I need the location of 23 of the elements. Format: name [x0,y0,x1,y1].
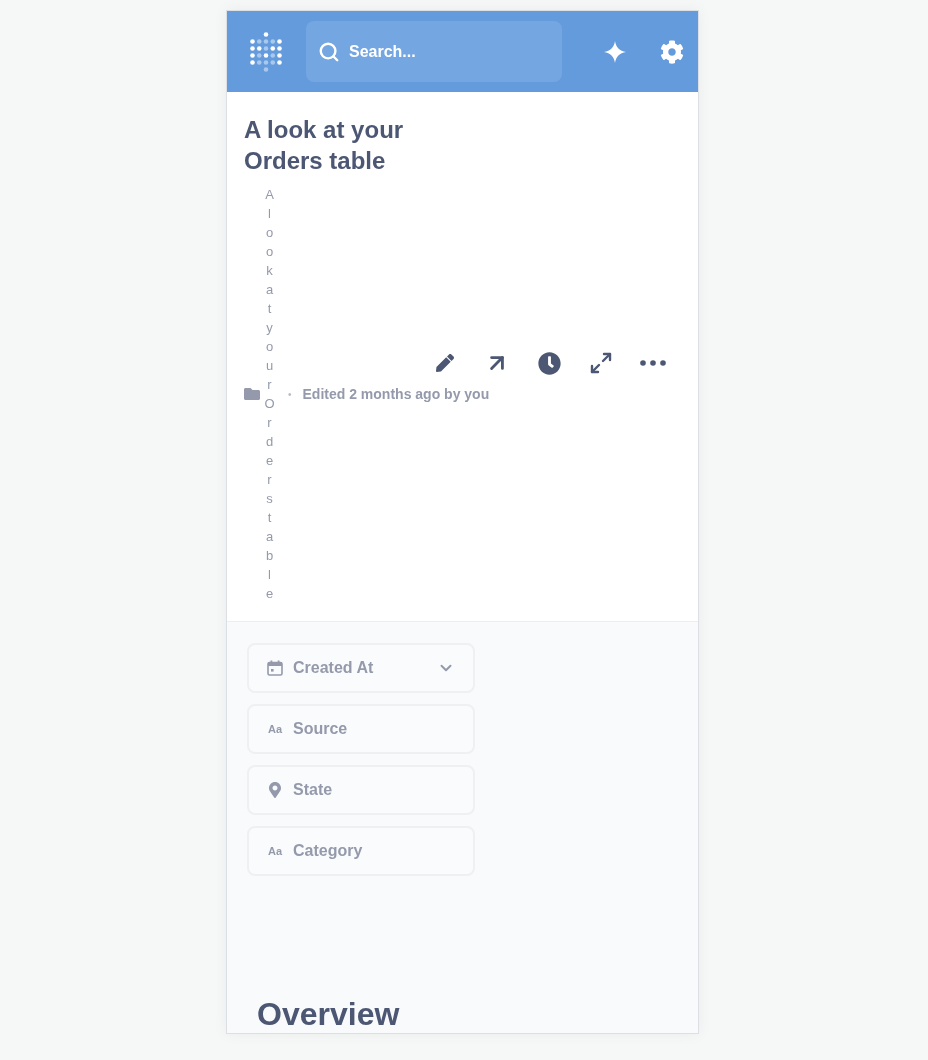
settings-icon [660,39,684,64]
vertical-title-text: A look at your Orders table [264,186,278,603]
filter-button[interactable]: State [247,765,475,815]
map-pin-icon [267,782,283,798]
edited-text: Edited 2 months ago by you [302,386,490,402]
calendar-icon [267,660,283,676]
search-field[interactable]: Search... [306,21,562,82]
text-type-label: Aa [267,845,283,857]
filter-button[interactable]: Aa Category [247,826,475,876]
filter-button[interactable]: Created At [247,643,475,693]
dashboard-title: A look at your Orders table [244,115,405,176]
folder-icon [244,386,260,402]
more-icon [640,360,666,366]
clock-icon [537,351,561,375]
separator-dot: • [288,388,292,400]
dot-grid-logo[interactable] [250,31,282,72]
sparkle-icon [604,40,626,63]
filter-button[interactable]: Aa Source [247,704,475,754]
section-heading: Overview [257,997,400,1031]
pencil-icon [436,354,454,372]
search-icon [318,40,340,63]
expand-icon [589,351,613,375]
text-type-label: Aa [267,723,283,735]
